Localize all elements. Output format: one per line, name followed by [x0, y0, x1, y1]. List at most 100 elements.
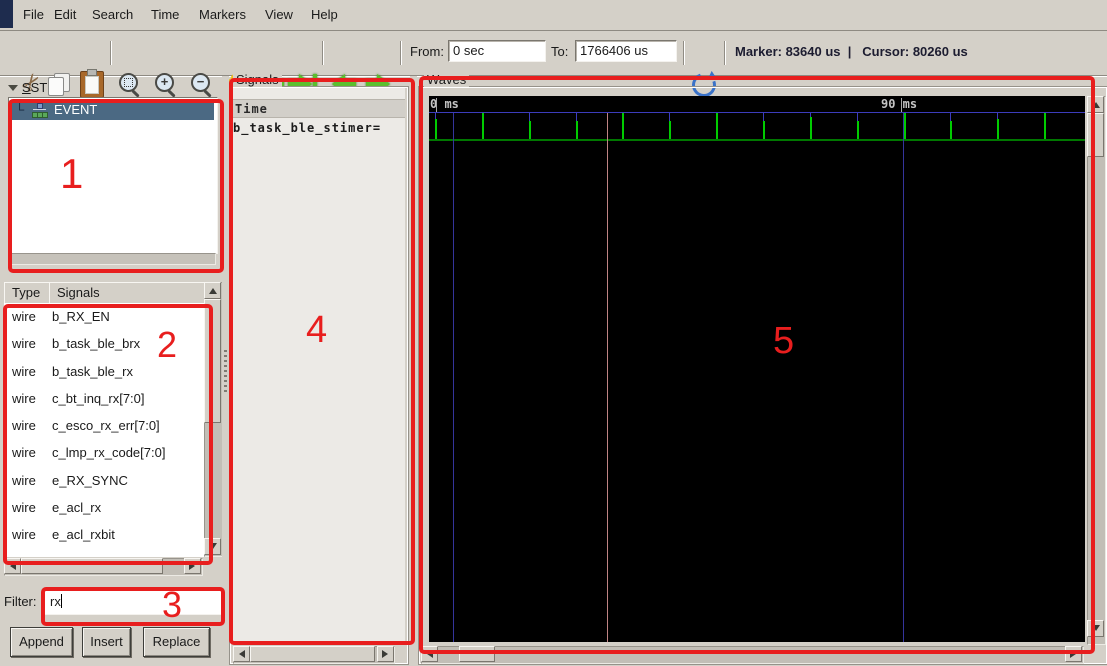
waves-vscrollbar[interactable] — [1087, 96, 1106, 645]
timeline-ruler-line — [429, 112, 1085, 113]
copy-icon[interactable] — [48, 73, 74, 96]
scroll-left-button[interactable] — [233, 646, 250, 662]
signal-list: wire b_RX_EN wire b_task_ble_brx wire b_tas… — [4, 303, 205, 557]
toolbar-separator — [322, 41, 323, 65]
text-caret — [60, 594, 62, 608]
toolbar-separator — [400, 41, 401, 65]
wave-canvas[interactable]: 0 ms 90 ms — [429, 96, 1085, 642]
signal-row[interactable]: wire b_task_ble_rx — [4, 358, 205, 385]
event-pulse — [435, 119, 437, 139]
scroll-down-button[interactable] — [204, 538, 221, 555]
hierarchy-icon — [31, 103, 48, 118]
filter-input[interactable]: rx — [43, 588, 222, 615]
tree-item-event[interactable]: └ EVENT — [10, 100, 214, 120]
gtkwave-window: File Edit Search Time Markers View Help … — [0, 0, 1107, 666]
zoom-out-icon[interactable]: − — [191, 73, 212, 98]
scroll-right-button[interactable] — [377, 646, 394, 662]
zoom-in-icon[interactable]: + — [155, 73, 176, 98]
pane-grip-horizontal[interactable] — [92, 270, 142, 273]
scroll-up-button[interactable] — [204, 282, 221, 299]
append-button[interactable]: Append — [10, 627, 73, 657]
event-pulse — [529, 121, 531, 139]
event-pulse — [997, 119, 999, 139]
column-header-signals[interactable]: Signals — [49, 282, 213, 305]
menu-view[interactable]: View — [263, 0, 295, 30]
from-label: From: — [410, 44, 444, 59]
ruler-tick — [901, 98, 902, 112]
cursor-time: Cursor: 80260 us — [862, 44, 968, 59]
tree-hscrollbar-trough[interactable] — [9, 253, 216, 265]
ruler-label-start: 0 ms — [430, 97, 459, 111]
menu-help[interactable]: Help — [309, 0, 340, 30]
to-label: To: — [551, 44, 569, 59]
signals-pane[interactable]: Time b_task_ble_stimer= — [231, 88, 405, 644]
zoom-fit-icon[interactable] — [119, 73, 140, 98]
menu-edit[interactable]: Edit — [52, 0, 78, 30]
tree-item-label: EVENT — [54, 102, 98, 117]
event-pulse — [576, 121, 578, 139]
scroll-down-button[interactable] — [1087, 620, 1104, 637]
signal-row[interactable]: wire e_acl_rxbit — [4, 521, 205, 548]
sst-label: SST — [22, 80, 48, 95]
toolbar: ✂ + − ↶ From: 0 sec To: 1766406 us Marke… — [0, 31, 1107, 101]
event-pulse — [950, 121, 952, 139]
event-pulse — [622, 113, 624, 139]
signal-row[interactable]: wire e_acl_rx — [4, 494, 205, 521]
ruler-label-90ms: 90 ms — [881, 97, 918, 111]
toolbar-separator — [683, 41, 684, 65]
signal-row[interactable]: wire c_lmp_rx_code[7:0] — [4, 439, 205, 466]
menu-time[interactable]: Time — [149, 0, 181, 30]
pane-divider[interactable] — [410, 76, 417, 666]
menu-markers[interactable]: Markers — [197, 0, 248, 30]
event-pulse — [669, 121, 671, 139]
time-header: Time — [231, 99, 405, 118]
insert-button[interactable]: Insert — [82, 627, 131, 657]
grid-vline — [903, 113, 904, 642]
scroll-thumb[interactable] — [459, 646, 495, 662]
scroll-thumb[interactable] — [250, 646, 375, 662]
event-pulse — [904, 113, 906, 139]
scroll-left-button[interactable] — [4, 558, 21, 574]
grid-vline — [453, 113, 454, 642]
filter-label: Filter: — [4, 594, 37, 609]
event-pulse — [716, 113, 718, 139]
scroll-right-button[interactable] — [184, 558, 201, 574]
pane-divider[interactable] — [222, 76, 229, 666]
ruler-tick — [436, 98, 437, 112]
signal-row[interactable]: wire c_bt_inq_rx[7:0] — [4, 385, 205, 412]
event-signal-baseline — [429, 139, 1085, 141]
waves-hscrollbar[interactable] — [421, 646, 1084, 664]
signal-name-row[interactable]: b_task_ble_stimer= — [233, 121, 405, 135]
scroll-right-button[interactable] — [1065, 646, 1082, 662]
window-corner-block — [0, 0, 13, 28]
replace-button[interactable]: Replace — [143, 627, 210, 657]
signal-row[interactable]: wire b_task_ble_brx — [4, 330, 205, 357]
signal-row[interactable]: wire e_RX_SYNC — [4, 467, 205, 494]
scroll-thumb[interactable] — [1087, 113, 1104, 157]
signals-frame-title: Signals — [233, 72, 282, 87]
menu-search[interactable]: Search — [90, 0, 135, 30]
signal-row[interactable]: wire c_esco_rx_err[7:0] — [4, 412, 205, 439]
tree-branch-glyph: └ — [15, 102, 25, 117]
scroll-thumb[interactable] — [204, 299, 221, 423]
menu-file[interactable]: File — [21, 0, 46, 30]
event-pulse — [763, 121, 765, 139]
scroll-up-button[interactable] — [1087, 96, 1104, 113]
sst-expander-icon[interactable] — [8, 85, 18, 96]
menu-bar: File Edit Search Time Markers View Help — [0, 0, 1107, 31]
paste-icon[interactable] — [80, 69, 104, 98]
event-pulse — [1044, 113, 1046, 139]
signal-row[interactable]: wire b_RX_EN — [4, 303, 205, 330]
marker-readout: Marker: 83640 us | Cursor: 80260 us — [735, 44, 968, 59]
to-input[interactable]: 1766406 us — [575, 40, 677, 62]
sst-tree: └ EVENT — [8, 97, 218, 254]
event-pulse — [810, 117, 812, 139]
toolbar-separator — [110, 41, 111, 65]
scroll-thumb[interactable] — [21, 558, 163, 574]
scroll-left-button[interactable] — [421, 646, 438, 662]
toolbar-separator — [724, 41, 725, 65]
marker-line[interactable] — [607, 113, 608, 642]
from-input[interactable]: 0 sec — [448, 40, 546, 62]
marker-time: Marker: 83640 us — [735, 44, 841, 59]
waves-frame-title: Waves — [424, 72, 470, 87]
